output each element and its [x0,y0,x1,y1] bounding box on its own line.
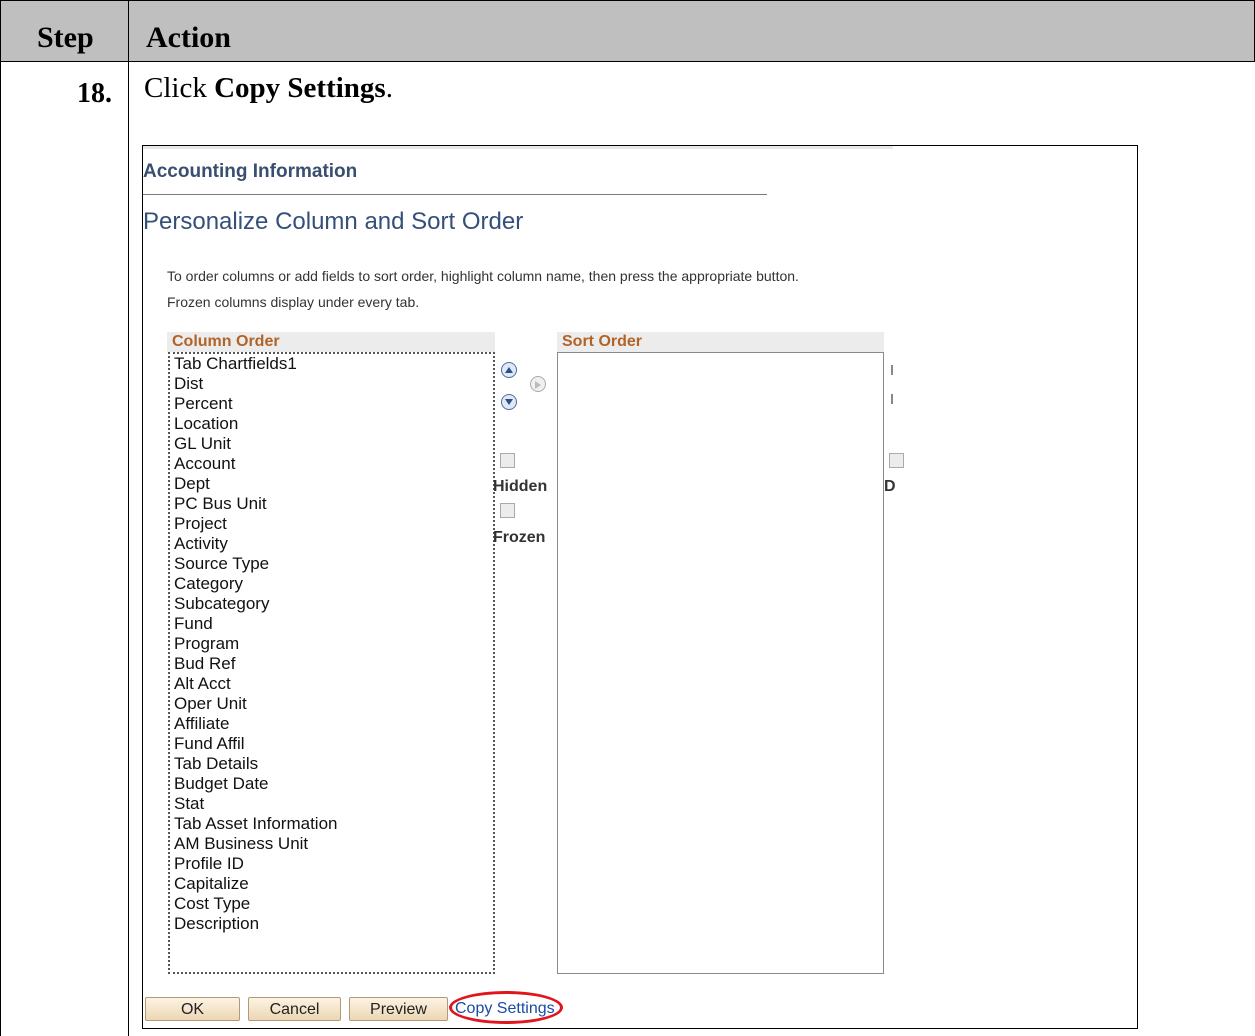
column-order-header: Column Order [167,332,495,352]
list-item[interactable]: Oper Unit [174,694,493,714]
instructions-line-2: Frozen columns display under every tab. [167,294,420,310]
clipped-control [891,365,893,375]
descending-checkbox[interactable] [889,453,904,468]
list-item[interactable]: Tab Chartfields1 [174,354,493,374]
list-item[interactable]: Project [174,514,493,534]
list-item[interactable]: Percent [174,394,493,414]
sort-order-listbox[interactable] [557,352,884,974]
list-item[interactable]: GL Unit [174,434,493,454]
column-divider [128,0,129,1036]
add-to-sort-button[interactable] [530,376,546,392]
descending-label: D [884,478,896,495]
title-divider [143,194,767,195]
table-header-row: Step Action [0,0,1255,62]
list-item[interactable]: Fund Affil [174,734,493,754]
list-item[interactable]: Tab Asset Information [174,814,493,834]
arrow-right-icon [535,381,541,389]
arrow-down-icon [505,399,513,405]
table-left-border [0,0,1,1036]
ok-button[interactable]: OK [145,997,240,1021]
instruction-prefix: Click [144,72,215,104]
frozen-label: Frozen [493,529,546,546]
frozen-checkbox[interactable] [500,503,515,518]
list-item[interactable]: Budget Date [174,774,493,794]
instructions-text: To order columns or add fields to sort o… [167,263,799,315]
section-title: Personalize Column and Sort Order [143,208,524,235]
list-item[interactable]: Location [174,414,493,434]
instruction-target: Copy Settings [214,72,386,104]
list-item[interactable]: Capitalize [174,874,493,894]
list-item[interactable]: Alt Acct [174,674,493,694]
instruction-suffix: . [385,72,393,104]
list-item[interactable]: Fund [174,614,493,634]
arrow-up-icon [505,367,513,373]
list-item[interactable]: Bud Ref [174,654,493,674]
list-item[interactable]: Source Type [174,554,493,574]
list-item[interactable]: Profile ID [174,854,493,874]
column-order-items: Tab Chartfields1 Dist Percent Location GL Un… [170,354,493,934]
list-item[interactable]: Stat [174,794,493,814]
column-order-listbox[interactable]: Tab Chartfields1 Dist Percent Location GL Un… [168,352,495,974]
move-up-button[interactable] [501,362,517,378]
list-item[interactable]: Dept [174,474,493,494]
list-item[interactable]: Account [174,454,493,474]
hidden-checkbox[interactable] [500,453,515,468]
hidden-label: Hidden [493,478,548,495]
list-item[interactable]: Program [174,634,493,654]
step-instruction: Click Copy Settings. [144,72,393,105]
move-down-button[interactable] [501,394,517,410]
instructions-line-1: To order columns or add fields to sort o… [167,268,799,284]
list-item[interactable]: Tab Details [174,754,493,774]
list-item[interactable]: Description [174,914,493,934]
list-item[interactable]: Cost Type [174,894,493,914]
list-item[interactable]: Activity [174,534,493,554]
screenshot-frame: Accounting Information Personalize Colum… [142,145,1138,1029]
action-column-header: Action [146,21,231,54]
list-item[interactable]: Subcategory [174,594,493,614]
list-item[interactable]: PC Bus Unit [174,494,493,514]
top-shade [143,146,893,149]
list-item[interactable]: AM Business Unit [174,834,493,854]
cancel-button[interactable]: Cancel [248,997,341,1021]
step-number: 18. [77,78,112,109]
step-table: Step Action 18. Click Copy Settings. Acc… [0,0,1255,1036]
clipped-control [891,394,893,404]
highlight-circle [449,991,563,1024]
page-title: Accounting Information [143,161,358,182]
list-item[interactable]: Affiliate [174,714,493,734]
list-item[interactable]: Category [174,574,493,594]
list-item[interactable]: Dist [174,374,493,394]
step-column-header: Step [37,21,94,54]
sort-order-header: Sort Order [557,332,884,352]
preview-button[interactable]: Preview [349,997,448,1021]
